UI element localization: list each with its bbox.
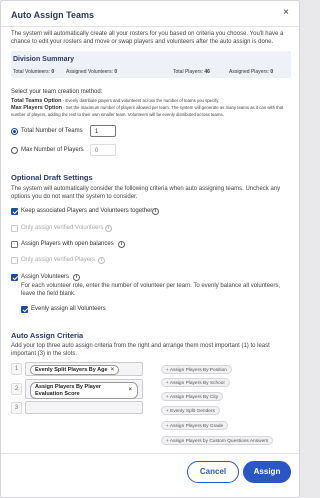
criteria-chip-evaluation[interactable]: Assign Players By Player Evaluation Scor… xyxy=(30,382,138,399)
criteria-description: Add your top three auto assign criteria … xyxy=(11,343,270,357)
max-players-option-definition: Max Players Option - Set the maximum num… xyxy=(11,105,293,117)
criteria-option-genders[interactable]: + Evenly Split Genders xyxy=(161,406,220,415)
close-icon[interactable]: × xyxy=(281,8,291,18)
criteria-chip-label: Evenly Split Players By Age xyxy=(35,367,108,373)
optional-settings-title: Optional Draft Settings xyxy=(11,173,93,182)
only-verified-players-label: Only assign verified Players xyxy=(21,257,96,263)
criteria-slot-3[interactable] xyxy=(25,401,143,414)
max-players-label: Max Number of Players xyxy=(21,147,84,153)
optional-settings-description: The system will automatically consider t… xyxy=(11,186,281,200)
assigned-players-value: 0 xyxy=(270,69,274,75)
max-players-option-title: Max Players Option xyxy=(11,105,63,111)
criteria-chip-age[interactable]: Evenly Split Players By Age × xyxy=(30,365,120,375)
only-verified-volunteers-info-icon[interactable]: i xyxy=(105,225,112,232)
criteria-option-grade[interactable]: + Assign Players By Grade xyxy=(161,421,229,430)
total-players-label: Total Players: xyxy=(173,69,204,75)
criteria-option-school[interactable]: + Assign Players By School xyxy=(161,378,230,387)
total-teams-option-title: Total Teams Option xyxy=(11,98,62,104)
dialog-header: Auto Assign Teams × xyxy=(1,1,299,26)
only-verified-players-info-icon[interactable]: i xyxy=(98,257,105,264)
method-prompt: Select your team creation method: xyxy=(11,89,103,95)
auto-assign-dialog: Auto Assign Teams × The system will auto… xyxy=(0,0,300,498)
remove-chip-icon[interactable]: × xyxy=(111,367,115,373)
header-divider xyxy=(1,26,299,27)
max-players-radio[interactable] xyxy=(11,147,18,154)
assign-button[interactable]: Assign xyxy=(243,461,291,483)
criteria-option-city[interactable]: + Assign Players By City xyxy=(161,392,224,401)
criteria-slot-number: 3 xyxy=(11,402,22,414)
total-teams-option-definition: Total Teams Option - Evenly distribute p… xyxy=(11,98,293,105)
total-volunteers-label: Total Volunteers: xyxy=(13,69,50,75)
assigned-volunteers-label: Assigned Volunteers: xyxy=(66,69,113,75)
only-verified-players-checkbox[interactable] xyxy=(11,257,18,264)
total-teams-option-desc: - Evenly distribute players and voluntee… xyxy=(62,98,220,103)
cancel-button[interactable]: Cancel xyxy=(187,461,239,483)
assign-volunteers-info-icon[interactable]: i xyxy=(73,274,80,281)
only-verified-volunteers-label: Only assign verified Volunteers xyxy=(21,225,104,231)
assign-volunteers-checkbox[interactable] xyxy=(11,274,18,281)
total-teams-input[interactable]: 1 xyxy=(90,125,116,137)
keep-associated-checkbox[interactable] xyxy=(11,208,18,215)
assigned-volunteers-value: 0 xyxy=(114,69,118,75)
only-verified-volunteers-checkbox[interactable] xyxy=(11,225,18,232)
footer-divider xyxy=(1,453,299,454)
assign-volunteers-label: Assign Volunteers xyxy=(21,274,70,280)
total-teams-label: Total Number of Teams xyxy=(21,128,83,134)
open-balances-info-icon[interactable]: i xyxy=(118,241,125,248)
criteria-slot-1[interactable]: Evenly Split Players By Age × xyxy=(25,362,143,376)
assigned-players-label: Assigned Players: xyxy=(229,69,270,75)
criteria-title: Auto Assign Criteria xyxy=(11,331,84,340)
criteria-option-custom-questions[interactable]: + Assign Players by Custom Questions Ans… xyxy=(161,436,274,445)
keep-associated-label: Keep associated Players and Volunteers t… xyxy=(21,208,153,214)
total-players-value: 46 xyxy=(204,69,210,75)
division-summary-title: Division Summary xyxy=(13,56,75,63)
remove-chip-icon[interactable]: × xyxy=(128,387,132,394)
total-volunteers-value: 0 xyxy=(51,69,55,75)
criteria-slot-2[interactable]: Assign Players By Player Evaluation Scor… xyxy=(25,379,143,399)
keep-associated-info-icon[interactable]: i xyxy=(152,208,159,215)
assigned-players-stat: Assigned Players: 0 xyxy=(229,69,273,75)
criteria-slot-number: 1 xyxy=(11,363,22,375)
volunteer-note: For each volunteer role, enter the numbe… xyxy=(21,283,281,297)
total-teams-radio[interactable] xyxy=(11,128,18,135)
criteria-slot-number: 2 xyxy=(11,383,22,395)
dialog-description: The system will automatically create all… xyxy=(11,31,284,45)
criteria-chip-label: Assign Players By Player Evaluation Scor… xyxy=(35,384,102,397)
evenly-assign-label: Evenly assign all Volunteers xyxy=(31,306,106,312)
total-players-stat: Total Players: 46 xyxy=(173,69,210,75)
open-balances-checkbox[interactable] xyxy=(11,241,18,248)
evenly-assign-checkbox[interactable] xyxy=(21,306,28,313)
dialog-title: Auto Assign Teams xyxy=(11,10,95,20)
total-volunteers-stat: Total Volunteers: 0 xyxy=(13,69,54,75)
open-balances-label: Assign Players with open balances xyxy=(21,241,114,247)
criteria-option-position[interactable]: + Assign Players By Position xyxy=(161,365,232,374)
max-players-input[interactable]: 0 xyxy=(90,144,116,156)
assigned-volunteers-stat: Assigned Volunteers: 0 xyxy=(66,69,117,75)
